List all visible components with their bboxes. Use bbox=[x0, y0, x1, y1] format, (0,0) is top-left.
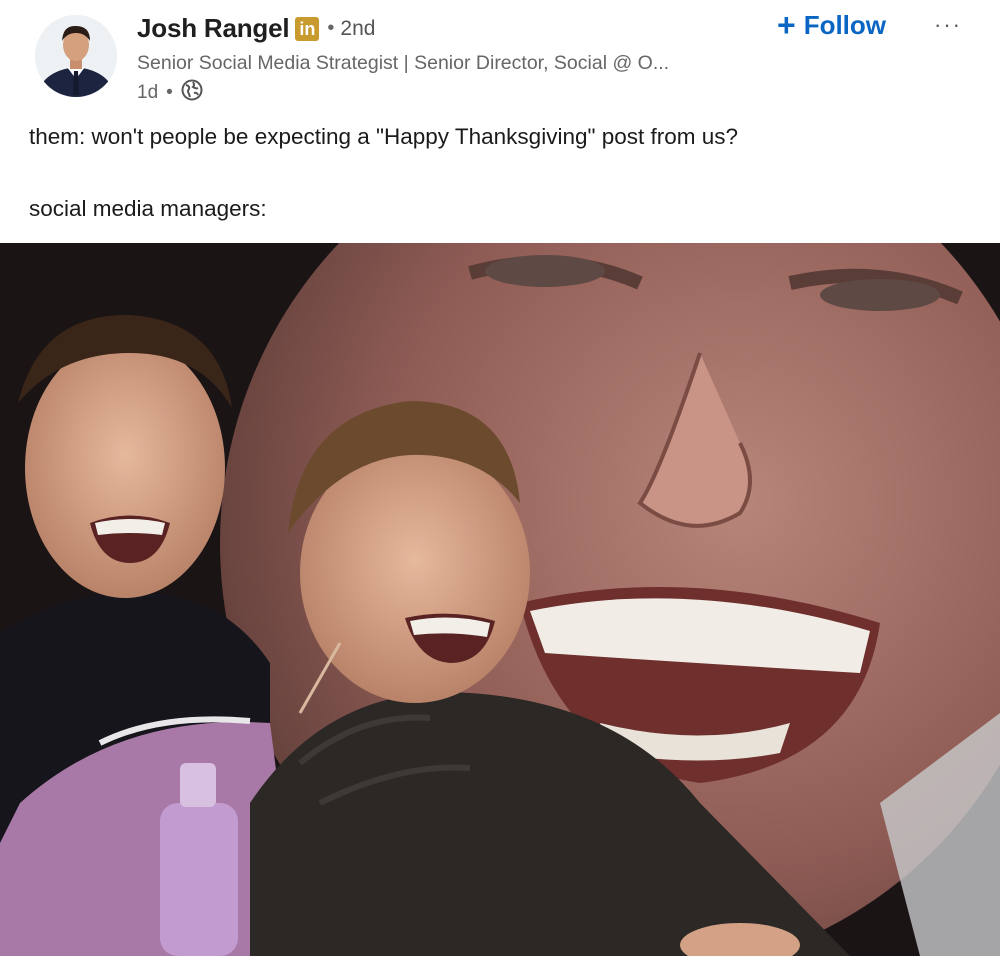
follow-button[interactable]: + Follow bbox=[777, 9, 886, 41]
more-options-icon[interactable]: ··· bbox=[934, 12, 962, 38]
post-image[interactable] bbox=[0, 243, 1000, 956]
connection-degree: 2nd bbox=[340, 16, 376, 40]
post-text-line-1: them: won't people be expecting a "Happy… bbox=[29, 124, 739, 149]
linkedin-badge-icon: in bbox=[295, 16, 320, 41]
post-time: 1d bbox=[137, 82, 159, 103]
follow-label: Follow bbox=[803, 9, 887, 40]
post-meta: 1d • bbox=[137, 79, 203, 107]
author-name[interactable]: Josh Rangel bbox=[137, 13, 290, 44]
author-avatar[interactable] bbox=[35, 15, 117, 97]
globe-icon bbox=[181, 79, 203, 107]
post-header: Josh Rangel in • 2nd Senior Social Media… bbox=[0, 0, 1000, 112]
degree-separator: • bbox=[327, 17, 335, 39]
author-headline: Senior Social Media Strategist | Senior … bbox=[137, 52, 670, 74]
plus-icon: + bbox=[777, 7, 796, 43]
author-name-row: Josh Rangel in • 2nd bbox=[137, 13, 375, 44]
time-separator: • bbox=[166, 82, 173, 103]
post-text-line-2: social media managers: bbox=[29, 196, 267, 221]
post-body: them: won't people be expecting a "Happy… bbox=[29, 124, 738, 222]
